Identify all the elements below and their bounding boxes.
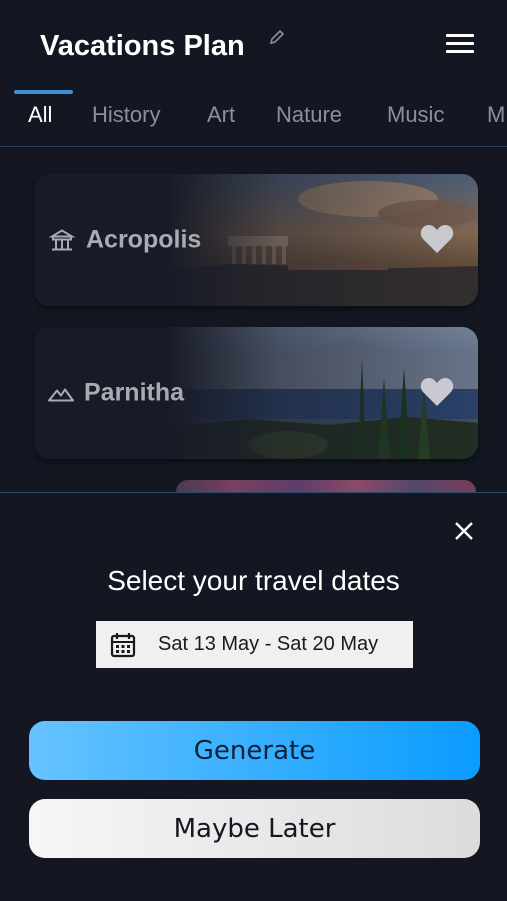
tab-history[interactable]: History: [92, 102, 160, 128]
tab-more[interactable]: M: [487, 102, 505, 128]
place-card-partial[interactable]: [176, 480, 476, 492]
category-tabs: All History Art Nature Music M: [0, 90, 507, 146]
card-title: Parnitha: [84, 378, 185, 407]
sheet-title: Select your travel dates: [107, 565, 400, 596]
date-range-text: Sat 13 May - Sat 20 May: [158, 633, 379, 655]
place-card-acropolis[interactable]: Acropolis: [34, 174, 478, 306]
pencil-icon[interactable]: [268, 28, 286, 46]
maybe-later-button[interactable]: Maybe Later: [29, 799, 480, 858]
close-icon[interactable]: [453, 520, 475, 542]
tab-music[interactable]: Music: [387, 102, 444, 128]
temple-icon: [48, 228, 76, 250]
active-tab-indicator: [14, 90, 73, 94]
calendar-icon: [110, 632, 136, 657]
place-card-parnitha[interactable]: Parnitha: [34, 327, 478, 459]
tab-all[interactable]: All: [28, 102, 52, 128]
card-title: Acropolis: [86, 225, 202, 254]
tab-nature[interactable]: Nature: [276, 102, 342, 128]
heart-icon[interactable]: [420, 224, 454, 254]
page-title: Vacations Plan: [40, 30, 245, 62]
generate-button[interactable]: Generate: [29, 721, 480, 780]
date-range-picker[interactable]: Sat 13 May - Sat 20 May: [96, 621, 413, 668]
heart-icon[interactable]: [420, 377, 454, 407]
menu-icon[interactable]: [446, 34, 474, 58]
tabs-divider: [0, 146, 507, 147]
tab-art[interactable]: Art: [207, 102, 235, 128]
app-header: Vacations Plan: [0, 0, 507, 90]
mountain-icon: [48, 388, 74, 401]
